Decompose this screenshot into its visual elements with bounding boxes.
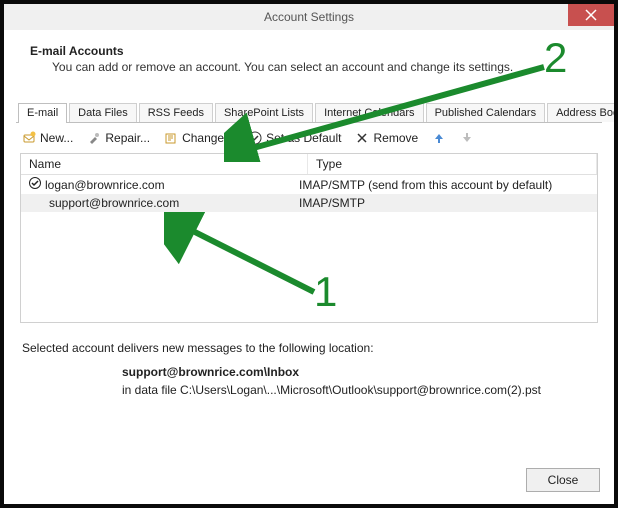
account-settings-window: Account Settings E-mail Accounts You can…: [0, 0, 618, 508]
col-header-type[interactable]: Type: [308, 154, 597, 174]
change-button[interactable]: Change...: [164, 131, 234, 145]
close-label: Close: [548, 473, 579, 487]
tab-internet-calendars[interactable]: Internet Calendars: [315, 103, 424, 122]
move-up-button[interactable]: [432, 131, 446, 145]
close-icon: [585, 9, 597, 21]
arrow-down-icon: [460, 131, 474, 145]
window-close-button[interactable]: [568, 4, 614, 26]
change-label: Change...: [182, 131, 234, 145]
toolbar: New... Repair... Change... Set as Defaul…: [16, 123, 602, 153]
arrow-up-icon: [432, 131, 446, 145]
tab-address-books[interactable]: Address Books: [547, 103, 618, 122]
table-row[interactable]: support@brownrice.com IMAP/SMTP: [21, 194, 597, 212]
tab-published-calendars[interactable]: Published Calendars: [426, 103, 546, 122]
new-icon: [22, 131, 36, 145]
delivery-info: Selected account delivers new messages t…: [22, 341, 596, 397]
account-type: IMAP/SMTP: [291, 194, 597, 212]
new-button[interactable]: New...: [22, 131, 73, 145]
set-default-icon: [248, 131, 262, 145]
delivery-intro: Selected account delivers new messages t…: [22, 341, 596, 355]
window-title: Account Settings: [264, 10, 354, 24]
delivery-location: support@brownrice.com\Inbox: [22, 365, 596, 379]
section-title: E-mail Accounts: [16, 44, 602, 60]
table-row[interactable]: logan@brownrice.com IMAP/SMTP (send from…: [21, 175, 597, 194]
account-name: logan@brownrice.com: [45, 178, 165, 192]
account-name: support@brownrice.com: [49, 196, 179, 210]
delivery-detail: in data file C:\Users\Logan\...\Microsof…: [22, 383, 596, 397]
tab-sharepoint-lists[interactable]: SharePoint Lists: [215, 103, 313, 122]
list-header: Name Type: [21, 154, 597, 175]
tab-row: E-mail Data Files RSS Feeds SharePoint L…: [16, 102, 602, 123]
repair-label: Repair...: [105, 131, 150, 145]
repair-icon: [87, 131, 101, 145]
tab-rss-feeds[interactable]: RSS Feeds: [139, 103, 213, 122]
repair-button[interactable]: Repair...: [87, 131, 150, 145]
default-check-icon: [29, 177, 41, 192]
set-default-button[interactable]: Set as Default: [248, 131, 341, 145]
section-subtitle: You can add or remove an account. You ca…: [16, 60, 602, 74]
titlebar: Account Settings: [4, 4, 614, 31]
dialog-body: E-mail Accounts You can add or remove an…: [4, 30, 614, 504]
set-default-label: Set as Default: [266, 131, 341, 145]
section-header: E-mail Accounts You can add or remove an…: [16, 44, 602, 74]
remove-label: Remove: [373, 131, 418, 145]
change-icon: [164, 131, 178, 145]
move-down-button[interactable]: [460, 131, 474, 145]
account-type: IMAP/SMTP (send from this account by def…: [291, 176, 597, 194]
close-button[interactable]: Close: [526, 468, 600, 492]
new-label: New...: [40, 131, 73, 145]
col-header-name[interactable]: Name: [21, 154, 308, 174]
remove-button[interactable]: Remove: [355, 131, 418, 145]
account-list: Name Type logan@brownrice.com IMAP/SMTP …: [20, 153, 598, 323]
tab-email[interactable]: E-mail: [18, 103, 67, 123]
tab-data-files[interactable]: Data Files: [69, 103, 137, 122]
remove-icon: [355, 131, 369, 145]
